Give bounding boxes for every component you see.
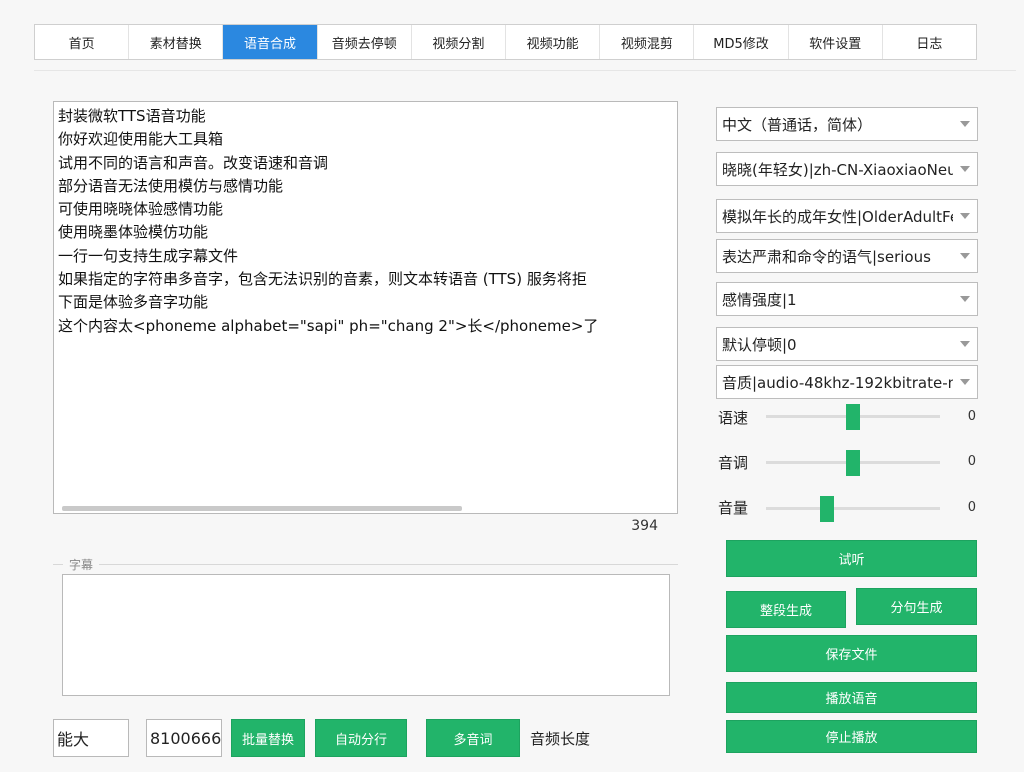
whole-generate-button[interactable]: 整段生成 — [726, 591, 846, 628]
tab-md5-modify[interactable]: MD5修改 — [694, 25, 789, 59]
style-select[interactable]: 表达严肃和命令的语气|serious — [716, 239, 978, 273]
sentence-generate-button[interactable]: 分句生成 — [856, 588, 977, 625]
character-count: 394 — [631, 518, 658, 534]
audio-quality-select[interactable]: 音质|audio-48khz-192kbitrate-mono-mp3 — [716, 365, 978, 399]
editor-line: 封装微软TTS语音功能 — [58, 107, 206, 125]
speed-slider-thumb[interactable] — [846, 404, 860, 430]
speed-label: 语速 — [718, 409, 749, 427]
main-tab-bar: 首页 素材替换 语音合成 音频去停顿 视频分割 视频功能 视频混剪 MD5修改 … — [34, 24, 977, 60]
voice-select[interactable]: 晓晓(年轻女)|zh-CN-XiaoxiaoNeural — [716, 152, 978, 186]
language-select-value: 中文（普通话，简体） — [722, 115, 873, 134]
chevron-down-icon — [953, 328, 977, 360]
play-voice-button[interactable]: 播放语音 — [726, 682, 977, 713]
editor-line: 一行一句支持生成字幕文件 — [58, 246, 239, 265]
chevron-down-icon — [953, 153, 977, 185]
speed-value: 0 — [967, 409, 976, 424]
emotion-intensity-value: 感情强度|1 — [722, 290, 797, 309]
volume-label: 音量 — [718, 499, 749, 517]
pause-select-value: 默认停顿|0 — [722, 335, 797, 354]
role-select-value: 模拟年长的成年女性|OlderAdultFemale — [722, 207, 953, 226]
editor-line: 试用不同的语言和声音。改变语速和音调 — [58, 153, 329, 172]
tab-log[interactable]: 日志 — [883, 25, 976, 59]
voice-select-value: 晓晓(年轻女)|zh-CN-XiaoxiaoNeural — [722, 160, 953, 179]
tab-audio-remove-pause[interactable]: 音频去停顿 — [318, 25, 412, 59]
chevron-down-icon — [953, 240, 977, 272]
volume-slider-track[interactable] — [766, 507, 940, 510]
save-file-button[interactable]: 保存文件 — [726, 635, 977, 672]
subtitle-legend: 字幕 — [63, 556, 100, 573]
role-select[interactable]: 模拟年长的成年女性|OlderAdultFemale — [716, 199, 978, 233]
pitch-label: 音调 — [718, 454, 749, 472]
audio-quality-value: 音质|audio-48khz-192kbitrate-mono-mp3 — [722, 373, 953, 392]
pitch-value: 0 — [967, 454, 976, 469]
chevron-down-icon — [953, 283, 977, 315]
header-divider — [34, 70, 1016, 71]
pitch-slider-thumb[interactable] — [846, 450, 860, 476]
tts-text-editor[interactable]: 封装微软TTS语音功能 你好欢迎使用能大工具箱 试用不同的语言和声音。改变语速和… — [53, 101, 678, 514]
number-input[interactable]: 8100666 — [146, 719, 222, 757]
auto-wrap-button[interactable]: 自动分行 — [315, 719, 407, 757]
editor-line: 部分语音无法使用模仿与感情功能 — [58, 176, 284, 195]
subtitle-textbox[interactable] — [62, 574, 670, 696]
editor-line: 你好欢迎使用能大工具箱 — [58, 130, 224, 149]
tab-video-functions[interactable]: 视频功能 — [506, 25, 601, 59]
language-select[interactable]: 中文（普通话，简体） — [716, 107, 978, 141]
stop-play-button[interactable]: 停止播放 — [726, 720, 977, 753]
editor-line: 可使用晓晓体验感情功能 — [58, 200, 224, 219]
style-select-value: 表达严肃和命令的语气|serious — [722, 247, 931, 266]
editor-horizontal-scrollbar[interactable] — [62, 506, 462, 511]
chevron-down-icon — [953, 108, 977, 140]
tab-video-mix[interactable]: 视频混剪 — [600, 25, 695, 59]
chevron-down-icon — [953, 366, 977, 398]
editor-line: 下面是体验多音字功能 — [58, 293, 209, 312]
pause-select[interactable]: 默认停顿|0 — [716, 327, 978, 361]
keyword-input[interactable]: 能大 — [53, 719, 129, 757]
tab-software-settings[interactable]: 软件设置 — [789, 25, 883, 59]
emotion-intensity-select[interactable]: 感情强度|1 — [716, 282, 978, 316]
audio-length-label: 音频长度 — [530, 730, 591, 748]
editor-text-lines: 封装微软TTS语音功能 你好欢迎使用能大工具箱 试用不同的语言和声音。改变语速和… — [54, 102, 677, 338]
tab-material-replace[interactable]: 素材替换 — [129, 25, 224, 59]
tab-speech-synthesis[interactable]: 语音合成 — [223, 25, 318, 59]
listen-button[interactable]: 试听 — [726, 540, 977, 577]
chevron-down-icon — [953, 200, 977, 232]
volume-slider-thumb[interactable] — [819, 496, 834, 522]
volume-value: 0 — [967, 500, 976, 515]
polyphone-button[interactable]: 多音词 — [426, 719, 520, 757]
editor-line: 使用晓墨体验模仿功能 — [58, 223, 209, 242]
batch-replace-button[interactable]: 批量替换 — [231, 719, 305, 757]
editor-line: 如果指定的字符串多音字，包含无法识别的音素，则文本转语音 (TTS) 服务将拒 — [58, 270, 587, 289]
tab-video-split[interactable]: 视频分割 — [412, 25, 507, 59]
tab-home[interactable]: 首页 — [35, 25, 130, 59]
editor-line: 这个内容太<phoneme alphabet="sapi" ph="chang … — [58, 316, 599, 335]
